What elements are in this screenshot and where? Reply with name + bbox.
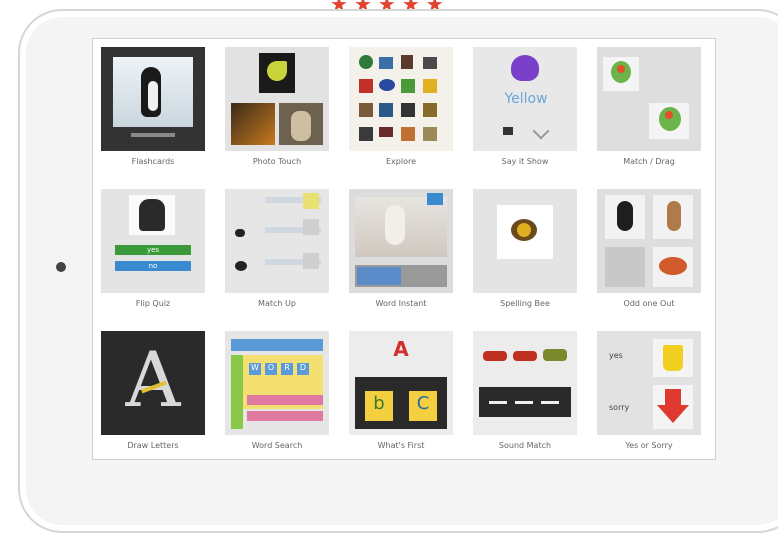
app-tile-odd-one-out[interactable]: Odd one Out bbox=[597, 189, 701, 321]
arrow-icon bbox=[532, 122, 550, 140]
app-tile-spelling-bee[interactable]: Spelling Bee bbox=[473, 189, 577, 321]
app-tile-say-it-show[interactable]: Yellow Say it Show bbox=[473, 47, 577, 179]
app-thumbnail: yes sorry bbox=[597, 331, 701, 435]
app-thumbnail: A b C bbox=[349, 331, 453, 435]
app-thumbnail bbox=[473, 331, 577, 435]
home-button[interactable] bbox=[56, 262, 66, 272]
app-thumbnail: Yellow bbox=[473, 47, 577, 151]
butterfly-icon bbox=[511, 55, 539, 81]
app-tile-explore[interactable]: Explore bbox=[349, 47, 453, 179]
app-thumbnail bbox=[597, 189, 701, 293]
app-label: Match / Drag bbox=[623, 157, 675, 166]
app-tile-match-up[interactable]: Match Up bbox=[225, 189, 329, 321]
app-label: Flashcards bbox=[131, 157, 175, 166]
app-tile-word-instant[interactable]: Word Instant bbox=[349, 189, 453, 321]
car-icon bbox=[543, 349, 567, 361]
app-tile-word-search[interactable]: W O R D Word Search bbox=[225, 331, 329, 463]
app-tile-sound-match[interactable]: Sound Match bbox=[473, 331, 577, 463]
app-tile-draw-letters[interactable]: A Draw Letters bbox=[101, 331, 205, 463]
app-tile-flip-quiz[interactable]: yes no Flip Quiz bbox=[101, 189, 205, 321]
car-icon bbox=[513, 351, 537, 361]
app-thumbnail: A bbox=[101, 331, 205, 435]
app-label: Odd one Out bbox=[623, 299, 675, 308]
app-label: Match Up bbox=[258, 299, 296, 308]
app-tile-match-drag[interactable]: Match / Drag bbox=[597, 47, 701, 179]
animal-icon bbox=[291, 111, 311, 141]
app-grid-screen: Flashcards Photo Touch Explore Yellow Sa… bbox=[92, 38, 716, 460]
app-grid: Flashcards Photo Touch Explore Yellow Sa… bbox=[101, 47, 701, 463]
letter-glyph: A bbox=[125, 335, 181, 424]
gorilla-icon bbox=[139, 199, 165, 231]
app-label: Say it Show bbox=[501, 157, 549, 166]
animal-icon bbox=[617, 201, 633, 231]
app-label: Photo Touch bbox=[252, 157, 302, 166]
app-thumbnail: yes no bbox=[101, 189, 205, 293]
app-tile-yes-or-sorry[interactable]: yes sorry Yes or Sorry bbox=[597, 331, 701, 463]
fish-icon bbox=[659, 257, 687, 275]
bird-icon bbox=[267, 61, 287, 81]
app-label: Spelling Bee bbox=[500, 299, 550, 308]
app-thumbnail bbox=[597, 47, 701, 151]
app-thumbnail bbox=[101, 47, 205, 151]
app-thumbnail bbox=[473, 189, 577, 293]
app-tile-flashcards[interactable]: Flashcards bbox=[101, 47, 205, 179]
kangaroo-icon bbox=[667, 201, 681, 231]
app-label: Flip Quiz bbox=[135, 299, 171, 308]
cup-icon bbox=[663, 345, 683, 371]
car-icon bbox=[483, 351, 507, 361]
app-label: Word Instant bbox=[375, 299, 427, 308]
app-thumbnail bbox=[349, 189, 453, 293]
app-thumbnail bbox=[225, 47, 329, 151]
bird-icon bbox=[385, 205, 405, 245]
app-tile-whats-first[interactable]: A b C What's First bbox=[349, 331, 453, 463]
app-label: Explore bbox=[385, 157, 417, 166]
animal-icon bbox=[235, 229, 245, 237]
app-thumbnail: W O R D bbox=[225, 331, 329, 435]
bird-icon bbox=[503, 127, 513, 135]
app-tile-photo-touch[interactable]: Photo Touch bbox=[225, 47, 329, 179]
animal-icon bbox=[235, 261, 247, 271]
app-thumbnail bbox=[225, 189, 329, 293]
app-thumbnail bbox=[349, 47, 453, 151]
